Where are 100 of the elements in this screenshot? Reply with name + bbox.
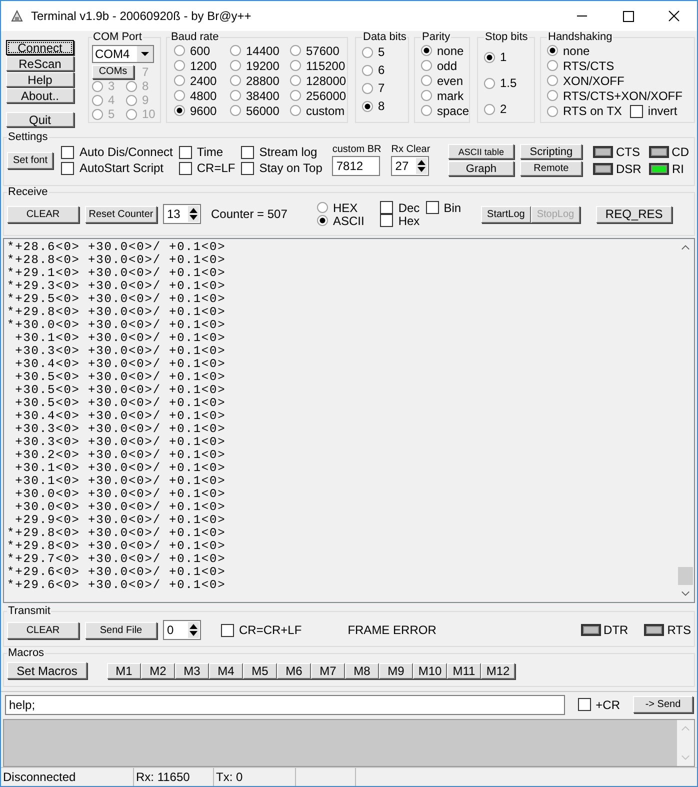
port-dropdown[interactable]: COM4: [92, 45, 154, 63]
format-checkbox[interactable]: Bin: [426, 201, 462, 214]
settings-checkbox[interactable]: AutoStart Script: [61, 160, 173, 176]
log-line: +30.0<0> +30.0<0>/ +0.1<0>: [14, 488, 227, 501]
status-panel: Disconnected: [1, 768, 134, 786]
baud-radio[interactable]: 57600: [290, 43, 350, 58]
mode-radio[interactable]: ASCII: [317, 214, 364, 227]
transmit-text-area[interactable]: [3, 719, 695, 767]
number-spinner[interactable]: 0: [163, 620, 201, 640]
baud-radio[interactable]: 14400: [230, 43, 290, 58]
macro-button[interactable]: M4: [209, 662, 243, 678]
baud-radio[interactable]: 19200: [230, 58, 290, 73]
mode-radio[interactable]: HEX: [317, 201, 364, 214]
macro-button[interactable]: M1: [107, 662, 141, 678]
macro-button[interactable]: M5: [243, 662, 277, 678]
handshaking-radio[interactable]: none: [547, 43, 590, 58]
tool-button[interactable]: ASCII table: [448, 144, 514, 159]
send-file-button[interactable]: Send File: [85, 622, 157, 638]
macro-button[interactable]: M8: [345, 662, 379, 678]
group-title: Data bits: [362, 31, 408, 43]
macro-button[interactable]: M6: [277, 662, 311, 678]
baud-radio[interactable]: 9600: [174, 103, 230, 118]
macro-button[interactable]: M10: [413, 662, 447, 678]
side-button[interactable]: Quit: [6, 112, 74, 127]
baud-radio[interactable]: 38400: [230, 88, 290, 103]
macro-button[interactable]: M11: [447, 662, 481, 678]
send-button[interactable]: -> Send: [633, 696, 693, 713]
baud-radio[interactable]: 2400: [174, 73, 230, 88]
baud-radio[interactable]: 1200: [174, 58, 230, 73]
set-font-button[interactable]: Set font: [7, 152, 54, 168]
log-line: +30.0<0> +30.0<0>/ +0.1<0>: [14, 501, 227, 514]
stop-bits-radio[interactable]: 1: [484, 45, 531, 69]
data-bits-radio[interactable]: 7: [362, 79, 405, 97]
settings-checkbox[interactable]: Stay on Top: [241, 160, 322, 176]
parity-radio[interactable]: mark: [421, 88, 466, 103]
handshaking-radio[interactable]: RTS/CTS: [547, 58, 614, 73]
log-line: +29.9<0> +30.0<0>/ +0.1<0>: [14, 514, 227, 527]
macro-button[interactable]: M2: [141, 662, 175, 678]
settings-checkbox[interactable]: Time: [178, 144, 236, 160]
handshaking-radio[interactable]: RTS on TX: [547, 104, 622, 118]
coms-button[interactable]: COMs: [92, 64, 134, 78]
baud-radio[interactable]: 115200: [290, 58, 350, 73]
scroll-thumb[interactable]: [678, 567, 693, 585]
reset-counter-button[interactable]: Reset Counter: [85, 206, 157, 222]
baud-radio[interactable]: 600: [174, 43, 230, 58]
side-button[interactable]: About..: [6, 88, 74, 103]
group-title: COM Port: [92, 31, 143, 43]
macro-button[interactable]: M7: [311, 662, 345, 678]
req-res-button[interactable]: REQ_RES: [596, 206, 672, 222]
baud-radio[interactable]: custom: [290, 103, 350, 118]
stop-bits-radio[interactable]: 2: [484, 97, 531, 121]
signal-indicator: CTS: [593, 144, 649, 158]
rx-clear-spinner[interactable]: 27: [391, 156, 430, 176]
macro-button[interactable]: M12: [481, 662, 515, 678]
tool-button[interactable]: Graph: [448, 161, 514, 176]
add-cr-checkbox[interactable]: +CR: [578, 696, 620, 712]
stop-bits-radio[interactable]: 1.5: [484, 71, 531, 95]
data-bits-radio[interactable]: 6: [362, 61, 405, 79]
side-button[interactable]: Help: [6, 72, 74, 87]
macro-button[interactable]: M3: [175, 662, 209, 678]
macro-button[interactable]: M9: [379, 662, 413, 678]
side-button[interactable]: Connect: [6, 40, 74, 55]
clear-button[interactable]: CLEAR: [7, 206, 79, 222]
number-spinner[interactable]: 13: [163, 204, 201, 224]
log-line: +30.3<0> +30.0<0>/ +0.1<0>: [14, 423, 227, 436]
tool-button[interactable]: Remote: [520, 161, 582, 176]
format-checkbox[interactable]: Hex: [380, 214, 420, 227]
parity-radio[interactable]: space: [421, 103, 466, 118]
settings-checkbox[interactable]: CR=LF: [178, 160, 236, 176]
parity-radio[interactable]: even: [421, 73, 466, 88]
spinner-arrows-icon: [416, 158, 428, 174]
data-bits-radio[interactable]: 8: [362, 97, 405, 115]
baud-radio[interactable]: 128000: [290, 73, 350, 88]
cr-lf-checkbox[interactable]: CR=CR+LF: [221, 622, 302, 638]
set-macros-button[interactable]: Set Macros: [7, 662, 87, 679]
log-line: +30.1<0> +30.0<0>/ +0.1<0>: [14, 332, 227, 345]
clear-button[interactable]: CLEAR: [7, 622, 79, 638]
baud-radio[interactable]: 4800: [174, 88, 230, 103]
receive-text-area[interactable]: [3, 238, 695, 603]
handshaking-radio[interactable]: RTS/CTS+XON/XOFF: [547, 88, 682, 103]
custom-baud-field[interactable]: 7812: [332, 156, 380, 176]
log-button[interactable]: StartLog: [481, 206, 531, 222]
settings-checkbox[interactable]: Stream log: [241, 144, 322, 160]
baud-radio[interactable]: 56000: [230, 103, 290, 118]
log-line: +30.4<0> +30.0<0>/ +0.1<0>: [14, 410, 227, 423]
baud-radio[interactable]: 256000: [290, 88, 350, 103]
format-checkbox[interactable]: Dec: [380, 201, 420, 214]
data-bits-radio[interactable]: 5: [362, 43, 405, 61]
parity-radio[interactable]: odd: [421, 58, 466, 73]
side-button[interactable]: ReScan: [6, 56, 74, 71]
send-input-field[interactable]: help;: [5, 694, 565, 714]
counter-text: Counter = 507: [211, 207, 288, 221]
settings-checkbox[interactable]: Auto Dis/Connect: [61, 144, 173, 160]
log-line: +30.2<0> +30.0<0>/ +0.1<0>: [14, 449, 227, 462]
invert-checkbox[interactable]: invert: [630, 103, 678, 119]
log-line: *+29.5<0> +30.0<0>/ +0.1<0>: [7, 293, 227, 306]
handshaking-radio[interactable]: XON/XOFF: [547, 73, 624, 88]
tool-button[interactable]: Scripting: [520, 144, 582, 159]
baud-radio[interactable]: 28800: [230, 73, 290, 88]
parity-radio[interactable]: none: [421, 43, 466, 58]
